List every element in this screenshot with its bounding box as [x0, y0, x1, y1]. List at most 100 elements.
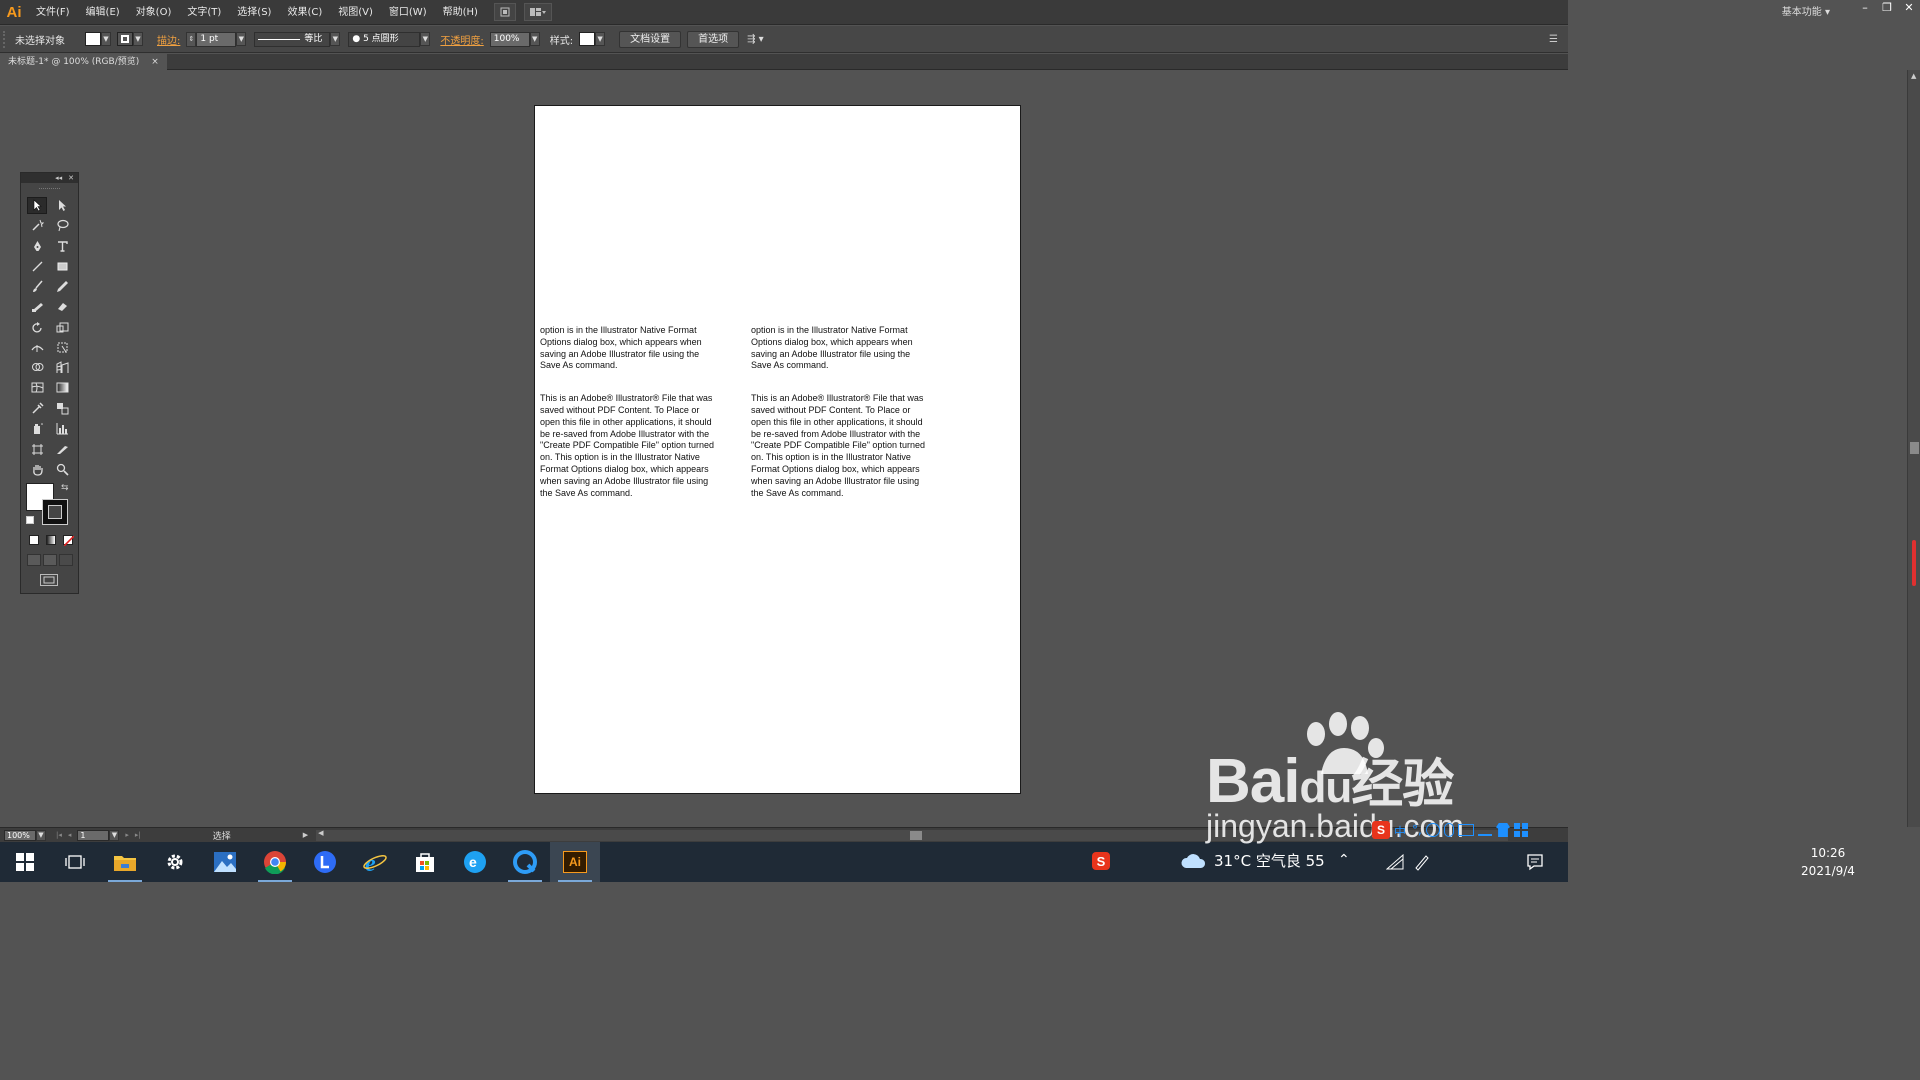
- prev-artboard-icon[interactable]: ◂: [68, 831, 72, 839]
- status-menu-icon[interactable]: ▶: [303, 831, 308, 839]
- sogou-tray-icon[interactable]: S: [1092, 852, 1110, 870]
- emoji-icon[interactable]: [1426, 823, 1440, 837]
- minimize-button[interactable]: –: [1854, 0, 1876, 14]
- taskbar-lark[interactable]: [300, 842, 350, 882]
- artboard[interactable]: option is in the Illustrator Native Form…: [534, 105, 1021, 794]
- menu-file[interactable]: 文件(F): [28, 0, 78, 25]
- restore-button[interactable]: ❐: [1876, 0, 1898, 14]
- menu-view[interactable]: 视图(V): [330, 0, 381, 25]
- scroll-up-icon[interactable]: ▲: [1911, 72, 1916, 80]
- magic-wand-tool[interactable]: [27, 217, 47, 234]
- paintbrush-tool[interactable]: [27, 278, 47, 295]
- taskbar-chrome[interactable]: [250, 842, 300, 882]
- fill-dropdown[interactable]: ▼: [101, 32, 111, 46]
- panel-menu-icon[interactable]: ☰: [1549, 34, 1558, 45]
- menu-select[interactable]: 选择(S): [229, 0, 279, 25]
- toolbox-icon[interactable]: [1478, 824, 1492, 836]
- blob-brush-tool[interactable]: [27, 298, 47, 315]
- taskbar-store[interactable]: [400, 842, 450, 882]
- pen-tool[interactable]: [27, 238, 47, 255]
- tools-grip[interactable]: [39, 183, 60, 189]
- microphone-icon[interactable]: [1444, 823, 1454, 837]
- free-transform-tool[interactable]: [52, 339, 72, 356]
- hand-tool[interactable]: [27, 461, 47, 478]
- chinese-mode-icon[interactable]: 中: [1394, 823, 1408, 839]
- start-button[interactable]: [0, 842, 50, 882]
- taskbar-browser-q[interactable]: [500, 842, 550, 882]
- horizontal-scroll-thumb[interactable]: [910, 830, 923, 840]
- stroke-stepper[interactable]: ⇕: [186, 31, 197, 47]
- taskbar-edge[interactable]: e: [450, 842, 500, 882]
- selection-tool[interactable]: [27, 197, 47, 214]
- network-icon[interactable]: [1386, 854, 1404, 870]
- profile-dropdown[interactable]: ▼: [330, 32, 341, 46]
- blend-tool[interactable]: [52, 400, 72, 417]
- taskbar-file-explorer[interactable]: [100, 842, 150, 882]
- menu-help[interactable]: 帮助(H): [435, 0, 486, 25]
- brush-dropdown[interactable]: ▼: [420, 32, 431, 46]
- scale-tool[interactable]: [52, 319, 72, 336]
- weather-widget[interactable]: 31°C 空气良 55: [1180, 850, 1325, 871]
- stroke-weight-dropdown[interactable]: ▼: [236, 32, 247, 46]
- collapse-icon[interactable]: ◂◂: [55, 174, 62, 182]
- direct-selection-tool[interactable]: [52, 197, 72, 214]
- line-segment-tool[interactable]: [27, 258, 47, 275]
- punctuation-icon[interactable]: °,: [1412, 823, 1422, 837]
- workspace-switcher[interactable]: 基本功能 ▾: [1782, 0, 1830, 25]
- apps-grid-icon[interactable]: [1514, 823, 1528, 837]
- close-window-button[interactable]: ✕: [1898, 0, 1920, 14]
- fill-swatch[interactable]: [85, 32, 101, 46]
- first-artboard-icon[interactable]: |◂: [56, 831, 62, 839]
- next-artboard-icon[interactable]: ▸: [125, 831, 129, 839]
- slice-tool[interactable]: [52, 441, 72, 458]
- draw-normal-button[interactable]: [27, 554, 41, 566]
- column-graph-tool[interactable]: [52, 420, 72, 437]
- taskbar-ie[interactable]: e: [350, 842, 400, 882]
- menu-object[interactable]: 对象(O): [128, 0, 180, 25]
- default-colors-icon[interactable]: [26, 516, 34, 524]
- shape-builder-tool[interactable]: [27, 359, 47, 376]
- eyedropper-tool[interactable]: [27, 400, 47, 417]
- text-column-left[interactable]: option is in the Illustrator Native Form…: [540, 325, 720, 520]
- zoom-tool[interactable]: [52, 461, 72, 478]
- vertical-scrollbar[interactable]: ▲: [1907, 70, 1920, 827]
- skin-shirt-icon[interactable]: [1496, 823, 1510, 837]
- color-mode-button[interactable]: [29, 535, 39, 545]
- graphic-style-swatch[interactable]: [579, 32, 596, 46]
- close-tab-icon[interactable]: ×: [151, 54, 159, 70]
- type-tool[interactable]: [52, 238, 72, 255]
- align-options-button[interactable]: ⇶ ▾: [747, 34, 764, 45]
- sogou-ime-icon[interactable]: S: [1372, 821, 1390, 839]
- pencil-tool[interactable]: [52, 278, 72, 295]
- opacity-dropdown[interactable]: ▼: [529, 32, 540, 46]
- stroke-label[interactable]: 描边:: [151, 32, 186, 47]
- stroke-weight-field[interactable]: 1 pt: [196, 31, 237, 47]
- symbol-sprayer-tool[interactable]: [27, 420, 47, 437]
- preferences-button[interactable]: 首选项: [687, 30, 740, 48]
- eraser-tool[interactable]: [52, 298, 72, 315]
- stroke-swatch[interactable]: [117, 32, 133, 46]
- rotate-tool[interactable]: [27, 319, 47, 336]
- opacity-field[interactable]: 100%: [489, 31, 530, 47]
- draw-behind-button[interactable]: [43, 554, 57, 566]
- system-clock[interactable]: 10:26 2021/9/4: [1792, 842, 1864, 882]
- gradient-mode-button[interactable]: [46, 535, 56, 545]
- artboard-tool[interactable]: [27, 441, 47, 458]
- document-setup-button[interactable]: 文档设置: [619, 30, 682, 48]
- last-artboard-icon[interactable]: ▸|: [135, 831, 141, 839]
- bridge-button[interactable]: [493, 3, 516, 21]
- menu-edit[interactable]: 编辑(E): [78, 0, 128, 25]
- horizontal-scrollbar[interactable]: ◀: [316, 829, 1509, 841]
- keyboard-icon[interactable]: [1458, 824, 1474, 836]
- task-view-button[interactable]: [50, 842, 100, 882]
- mesh-tool[interactable]: [27, 379, 47, 396]
- menu-effect[interactable]: 效果(C): [279, 0, 330, 25]
- pen-input-icon[interactable]: [1413, 853, 1431, 871]
- none-mode-button[interactable]: [63, 535, 74, 546]
- artboard-dropdown[interactable]: ▼: [109, 829, 120, 841]
- rectangle-tool[interactable]: [52, 258, 72, 275]
- taskbar-photos[interactable]: [200, 842, 250, 882]
- vertical-scroll-thumb[interactable]: [1910, 442, 1919, 454]
- arrange-documents-button[interactable]: [523, 3, 552, 21]
- notification-icon[interactable]: [1526, 853, 1544, 871]
